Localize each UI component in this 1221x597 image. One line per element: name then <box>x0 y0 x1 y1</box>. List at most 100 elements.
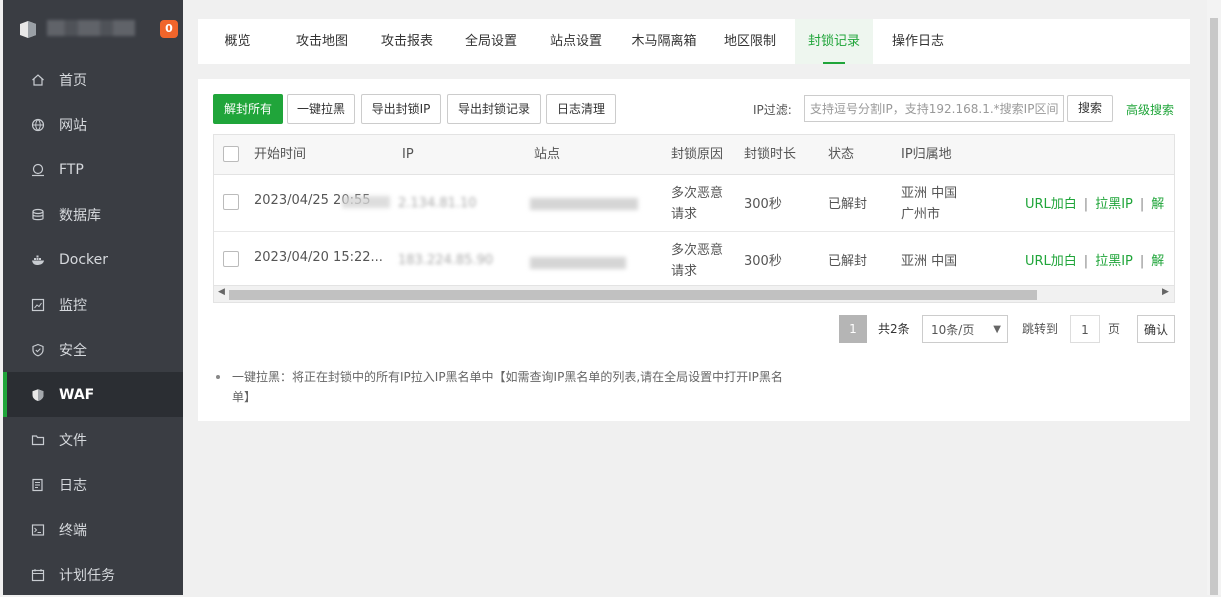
row-ip-redacted: 183.224.85.90 <box>398 253 494 268</box>
block-records-table: 开始时间 IP 站点 封锁原因 封锁时长 状态 IP归属地 2023/04/25… <box>213 134 1175 303</box>
folder-icon <box>31 433 45 447</box>
jump-confirm-button[interactable]: 确认 <box>1137 315 1175 343</box>
row-location-line1: 亚洲 中国 <box>901 186 958 201</box>
jump-page-input[interactable]: 1 <box>1070 315 1100 343</box>
sidebar-item-monitor[interactable]: 监控 <box>3 282 183 327</box>
row-site-redacted <box>530 257 626 269</box>
notification-badge[interactable]: 0 <box>160 20 178 38</box>
scroll-right-arrow-icon[interactable]: ▶ <box>1162 287 1169 297</box>
tab-operation-log[interactable]: 操作日志 <box>884 19 952 64</box>
sidebar-header: 0 <box>3 0 183 57</box>
search-button[interactable]: 搜索 <box>1067 95 1113 122</box>
tab-overview[interactable]: 概览 <box>210 19 265 64</box>
sidebar-item-label: 日志 <box>59 477 87 494</box>
help-note: 一键拉黑：将正在封锁中的所有IP拉入IP黑名单中【如需查询IP黑名单的列表,请在… <box>216 367 796 407</box>
sidebar-item-label: 首页 <box>59 72 87 89</box>
sidebar-item-label: WAF <box>59 386 95 403</box>
ip-filter-label: IP过滤: <box>753 103 792 117</box>
time-redaction <box>342 196 390 208</box>
export-block-records-button[interactable]: 导出封锁记录 <box>447 94 541 124</box>
block-ip-link[interactable]: 拉黑IP <box>1095 254 1133 269</box>
select-all-checkbox[interactable] <box>223 146 239 162</box>
row-status: 已解封 <box>828 197 868 212</box>
sidebar-item-label: 安全 <box>59 342 87 359</box>
ip-filter-input[interactable] <box>804 95 1064 122</box>
unblock-all-button[interactable]: 解封所有 <box>213 94 283 124</box>
page-size-select[interactable]: 10条/页 ▼ <box>922 315 1008 343</box>
scroll-left-arrow-icon[interactable]: ◀ <box>218 287 225 297</box>
url-whitelist-link[interactable]: URL加白 <box>1025 254 1077 269</box>
table-horizontal-scrollbar[interactable]: ◀ ▶ <box>214 285 1174 302</box>
sidebar-item-terminal[interactable]: 终端 <box>3 507 183 552</box>
row-reason-line2: 请求 <box>671 207 698 222</box>
sidebar-item-cron[interactable]: 计划任务 <box>3 552 183 597</box>
table-row: 2023/04/25 20:55 2.134.81.10 多次恶意 请求 300… <box>214 174 1174 232</box>
row-reason-line2: 请求 <box>671 264 698 279</box>
column-header-status: 状态 <box>828 147 855 162</box>
shield-icon <box>31 343 45 357</box>
action-separator: | <box>1083 254 1089 269</box>
table-row: 2023/04/20 15:22... 183.224.85.90 多次恶意 请… <box>214 231 1174 289</box>
page-vertical-scrollbar[interactable] <box>1207 0 1221 595</box>
export-blocked-ip-button[interactable]: 导出封锁IP <box>361 94 441 124</box>
globe-icon <box>31 118 45 132</box>
column-header-start-time: 开始时间 <box>254 147 307 162</box>
row-checkbox[interactable] <box>223 251 239 267</box>
row-location-line1: 亚洲 中国 <box>901 254 958 269</box>
calendar-icon <box>31 568 45 582</box>
sidebar-item-ftp[interactable]: FTP <box>3 147 183 192</box>
url-whitelist-link[interactable]: URL加白 <box>1025 197 1077 212</box>
pagination-total: 共2条 <box>878 322 910 336</box>
bullet-dot <box>216 375 220 379</box>
sidebar-item-logs[interactable]: 日志 <box>3 462 183 507</box>
action-separator: | <box>1139 254 1145 269</box>
tab-trojan-quarantine[interactable]: 木马隔离箱 <box>623 19 705 64</box>
advanced-search-link[interactable]: 高级搜索 <box>1126 101 1174 118</box>
tab-attack-map[interactable]: 攻击地图 <box>288 19 356 64</box>
row-start-time: 2023/04/20 15:22... <box>254 250 383 265</box>
sidebar-item-websites[interactable]: 网站 <box>3 102 183 147</box>
sidebar-item-security[interactable]: 安全 <box>3 327 183 372</box>
row-reason-line1: 多次恶意 <box>671 186 724 201</box>
column-header-duration: 封锁时长 <box>744 147 797 162</box>
sidebar-item-label: 监控 <box>59 297 87 314</box>
tab-site-settings[interactable]: 站点设置 <box>542 19 610 64</box>
sidebar-item-docker[interactable]: Docker <box>3 237 183 282</box>
waf-tab-bar: 概览 攻击地图 攻击报表 全局设置 站点设置 木马隔离箱 地区限制 封锁记录 操… <box>198 19 1190 64</box>
sidebar-item-label: 网站 <box>59 117 87 134</box>
ftp-icon <box>31 163 45 177</box>
unblock-link[interactable]: 解 <box>1151 254 1164 269</box>
tab-block-records[interactable]: 封锁记录 <box>795 19 873 64</box>
sidebar-nav: 首页 网站 FTP 数据库 Docker 监控 安全 WAF 文件 日志 终端 … <box>3 57 183 597</box>
sidebar-item-database[interactable]: 数据库 <box>3 192 183 237</box>
sidebar: 0 首页 网站 FTP 数据库 Docker 监控 安全 WAF 文件 日志 终… <box>3 0 183 595</box>
column-header-ip: IP <box>402 147 414 162</box>
tab-global-settings[interactable]: 全局设置 <box>457 19 525 64</box>
tab-region-limit[interactable]: 地区限制 <box>716 19 784 64</box>
unblock-link[interactable]: 解 <box>1151 197 1164 212</box>
sidebar-item-waf[interactable]: WAF <box>3 372 183 417</box>
server-name-blurred <box>47 20 135 36</box>
blacklist-all-button[interactable]: 一键拉黑 <box>287 94 355 124</box>
scrollbar-thumb[interactable] <box>229 290 1037 300</box>
sidebar-item-files[interactable]: 文件 <box>3 417 183 462</box>
row-ip-redacted: 2.134.81.10 <box>398 196 477 211</box>
home-icon <box>31 73 45 87</box>
block-ip-link[interactable]: 拉黑IP <box>1095 197 1133 212</box>
action-separator: | <box>1139 197 1145 212</box>
row-duration: 300秒 <box>744 254 782 269</box>
sidebar-item-home[interactable]: 首页 <box>3 57 183 102</box>
pagination-current-page[interactable]: 1 <box>839 315 867 343</box>
row-checkbox[interactable] <box>223 194 239 210</box>
scrollbar-thumb[interactable] <box>1210 18 1218 595</box>
tab-attack-report[interactable]: 攻击报表 <box>373 19 441 64</box>
sidebar-item-label: 终端 <box>59 522 87 539</box>
clear-log-button[interactable]: 日志清理 <box>546 94 616 124</box>
chevron-down-icon: ▼ <box>993 324 1001 335</box>
page-unit-label: 页 <box>1108 322 1121 336</box>
row-actions: URL加白 | 拉黑IP | 解 <box>1025 193 1164 212</box>
page-size-value: 10条/页 <box>931 323 975 337</box>
row-site-redacted <box>530 198 638 210</box>
column-header-site: 站点 <box>534 147 561 162</box>
action-separator: | <box>1083 197 1089 212</box>
